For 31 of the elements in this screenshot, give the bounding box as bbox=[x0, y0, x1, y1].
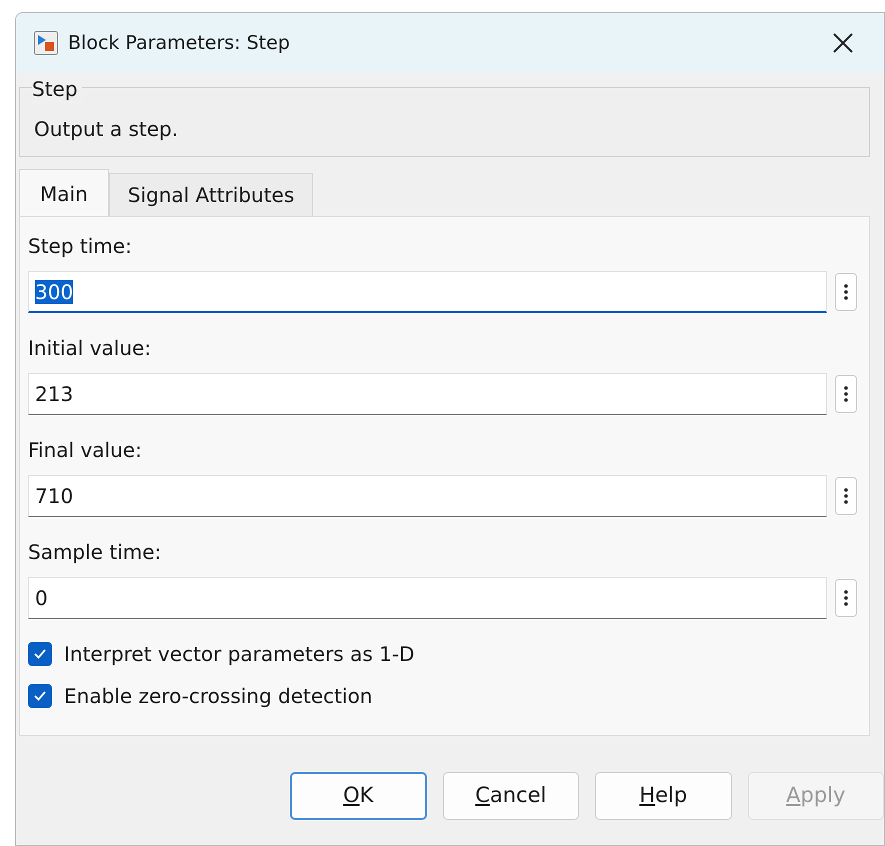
tab[interactable]: Signal Attributes bbox=[108, 173, 314, 216]
more-options-button[interactable] bbox=[835, 375, 857, 413]
vertical-dots-icon bbox=[844, 488, 848, 504]
block-description: Output a step. bbox=[34, 116, 180, 143]
more-options-button[interactable] bbox=[835, 579, 857, 617]
window-title: Block Parameters: Step bbox=[68, 30, 290, 56]
field-label: Sample time: bbox=[28, 539, 162, 566]
checkmark-icon bbox=[33, 648, 47, 660]
dialog-button[interactable]: Cancel bbox=[442, 772, 580, 820]
field-label: Step time: bbox=[28, 233, 133, 260]
checkbox[interactable] bbox=[28, 642, 52, 666]
checkmark-icon bbox=[33, 690, 47, 702]
more-options-button[interactable] bbox=[835, 273, 857, 311]
input-field[interactable]: 710 bbox=[28, 475, 827, 517]
vertical-dots-icon bbox=[844, 386, 848, 402]
field-label: Final value: bbox=[28, 437, 143, 464]
vertical-dots-icon bbox=[844, 590, 848, 606]
dialog-button[interactable]: OK bbox=[290, 772, 427, 820]
input-field[interactable]: 0 bbox=[28, 577, 827, 619]
block-icon bbox=[34, 31, 58, 55]
checkbox-label: Interpret vector parameters as 1-D bbox=[64, 641, 414, 668]
vertical-dots-icon bbox=[844, 284, 848, 300]
checkbox-label: Enable zero-crossing detection bbox=[64, 683, 372, 710]
close-icon[interactable] bbox=[832, 32, 854, 54]
input-field[interactable]: 300 bbox=[28, 271, 827, 313]
more-options-button[interactable] bbox=[835, 477, 857, 515]
checkbox[interactable] bbox=[28, 684, 52, 708]
input-field[interactable]: 213 bbox=[28, 373, 827, 415]
tab[interactable]: Main bbox=[19, 169, 109, 216]
field-label: Initial value: bbox=[28, 335, 152, 362]
dialog-button[interactable]: Help bbox=[595, 772, 732, 820]
